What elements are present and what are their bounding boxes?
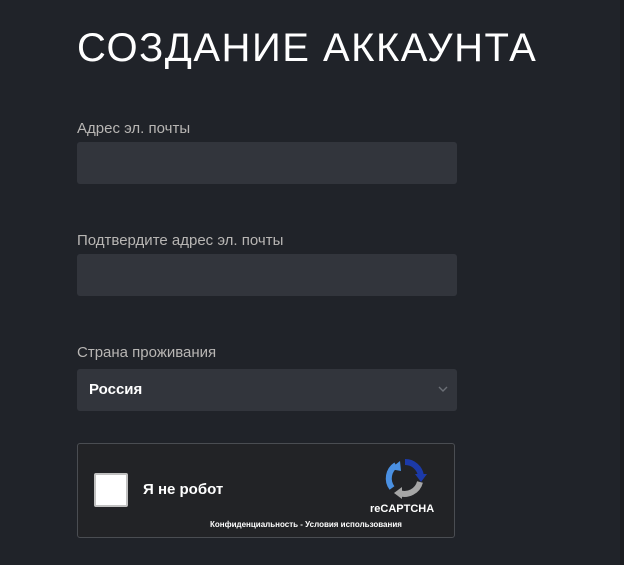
recaptcha-logo-icon	[385, 458, 427, 499]
create-account-page: СОЗДАНИЕ АККАУНТА Адрес эл. почты Подтве…	[0, 0, 624, 565]
country-select[interactable]: Россия	[77, 369, 457, 411]
recaptcha-links: Конфиденциальность - Условия использован…	[210, 520, 402, 530]
recaptcha-brand: reCAPTCHA	[370, 503, 435, 515]
email-label: Адрес эл. почты	[77, 120, 191, 137]
recaptcha-widget: Я не робот reCAPTCHA Конфиденциальность …	[77, 443, 455, 538]
email-confirm-label: Подтвердите адрес эл. почты	[77, 232, 284, 249]
privacy-link[interactable]: Конфиденциальность	[210, 520, 298, 529]
not-robot-label: Я не робот	[143, 481, 224, 498]
chevron-down-icon	[438, 386, 448, 392]
page-title: СОЗДАНИЕ АККАУНТА	[77, 26, 538, 70]
not-robot-checkbox[interactable]	[94, 473, 128, 507]
terms-link[interactable]: Условия использования	[305, 520, 402, 529]
email-field[interactable]	[77, 142, 457, 184]
page-edge	[620, 0, 624, 565]
email-confirm-field[interactable]	[77, 254, 457, 296]
country-label: Страна проживания	[77, 344, 217, 361]
country-selected-value: Россия	[89, 381, 143, 398]
